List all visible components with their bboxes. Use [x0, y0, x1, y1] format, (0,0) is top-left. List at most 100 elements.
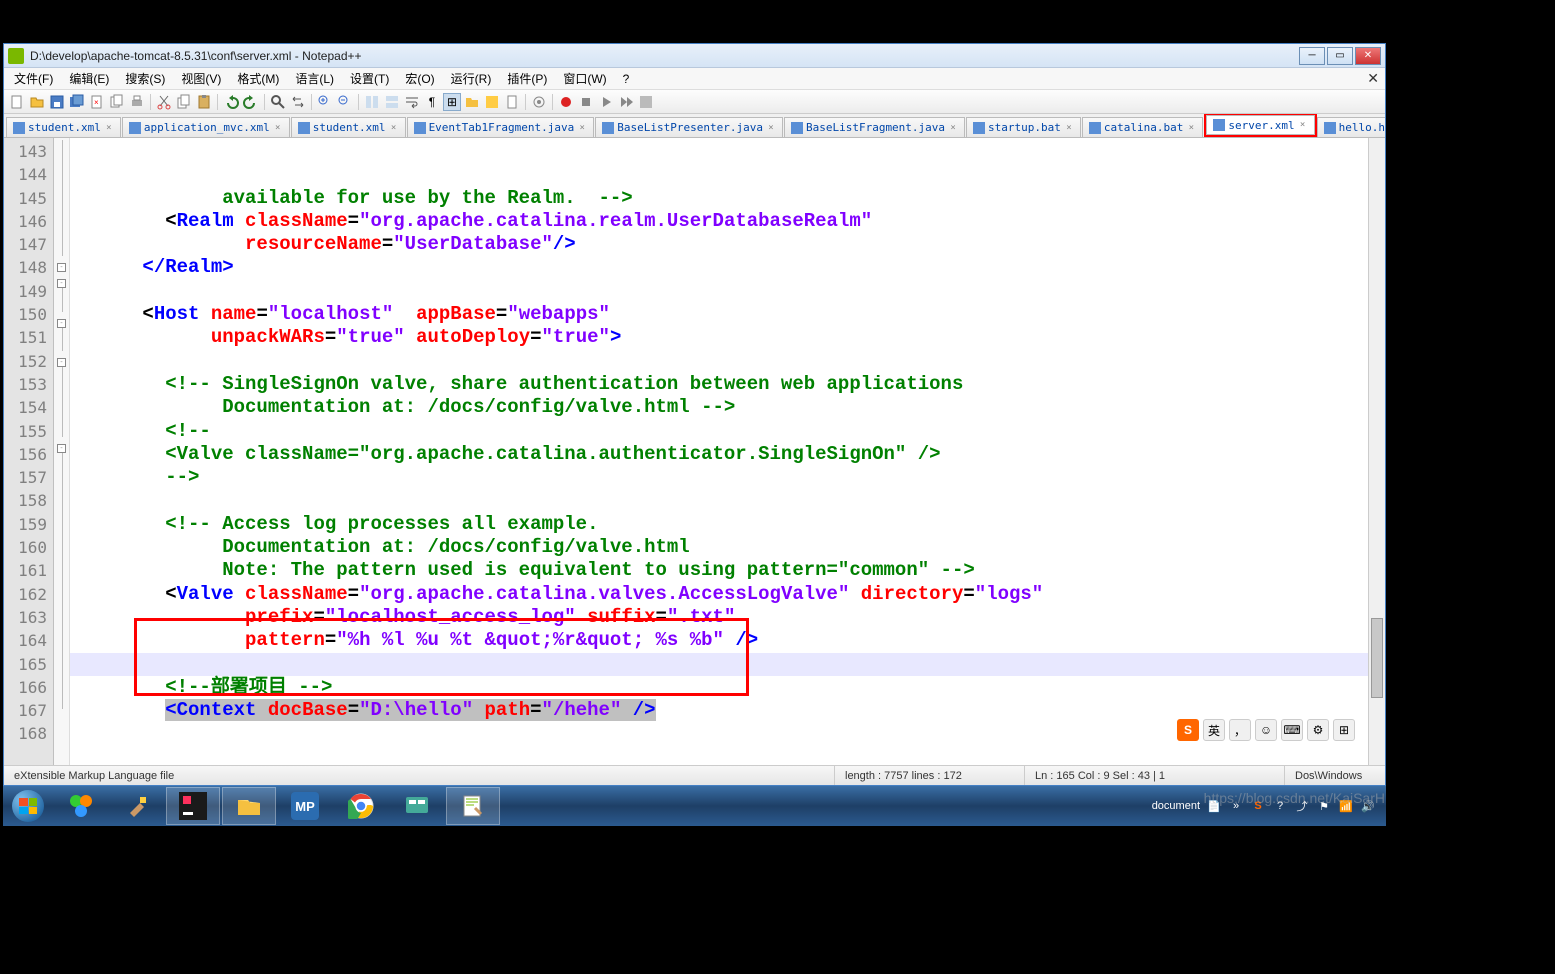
tab-label: EventTab1Fragment.java: [429, 121, 575, 134]
indent-guide-icon[interactable]: ⊞: [443, 93, 461, 111]
file-icon: [298, 122, 310, 134]
tab-close-icon[interactable]: ×: [273, 123, 283, 133]
ime-keyboard-icon[interactable]: ⌨: [1281, 719, 1303, 741]
fold-column[interactable]: -----: [54, 138, 70, 765]
tab-close-icon[interactable]: ×: [577, 123, 587, 133]
print-icon[interactable]: [128, 93, 146, 111]
ime-emoji-icon[interactable]: ☺: [1255, 719, 1277, 741]
start-button[interactable]: [3, 786, 53, 826]
menu-language[interactable]: 语言(L): [287, 68, 342, 89]
menu-plugins[interactable]: 插件(P): [499, 68, 555, 89]
app-icon: [8, 48, 24, 64]
tab-close-icon[interactable]: ×: [389, 123, 399, 133]
paste-icon[interactable]: [195, 93, 213, 111]
taskbar-explorer-icon[interactable]: [222, 787, 276, 825]
file-tab[interactable]: startup.bat×: [966, 117, 1081, 137]
save-icon[interactable]: [48, 93, 66, 111]
record-icon[interactable]: [557, 93, 575, 111]
file-tab[interactable]: BaseListFragment.java×: [784, 117, 965, 137]
menu-macro[interactable]: 宏(O): [397, 68, 442, 89]
tab-close-icon[interactable]: ×: [766, 123, 776, 133]
title-bar[interactable]: D:\develop\apache-tomcat-8.5.31\conf\ser…: [4, 44, 1385, 68]
menu-bar: 文件(F) 编辑(E) 搜索(S) 视图(V) 格式(M) 语言(L) 设置(T…: [4, 68, 1385, 90]
menu-view[interactable]: 视图(V): [173, 68, 229, 89]
sogou-ime-icon[interactable]: S: [1177, 719, 1199, 741]
maximize-button[interactable]: ▭: [1327, 47, 1353, 65]
ime-punct-icon[interactable]: ，: [1229, 719, 1251, 741]
vertical-scrollbar[interactable]: [1368, 138, 1385, 765]
tray-document-label: document: [1152, 800, 1200, 812]
tab-close-icon[interactable]: ×: [104, 123, 114, 133]
save-macro-icon[interactable]: [637, 93, 655, 111]
tab-close-icon[interactable]: ×: [1064, 123, 1074, 133]
file-icon: [791, 122, 803, 134]
play-icon[interactable]: [597, 93, 615, 111]
file-icon: [602, 122, 614, 134]
close-button[interactable]: ✕: [1355, 47, 1381, 65]
file-tab[interactable]: student.xml×: [291, 117, 406, 137]
file-tab[interactable]: BaseListPresenter.java×: [595, 117, 783, 137]
new-file-icon[interactable]: [8, 93, 26, 111]
cut-icon[interactable]: [155, 93, 173, 111]
taskbar-notepadpp-icon[interactable]: [446, 787, 500, 825]
doc-map-icon[interactable]: [503, 93, 521, 111]
copy-icon[interactable]: [175, 93, 193, 111]
menu-search[interactable]: 搜索(S): [117, 68, 173, 89]
file-tab[interactable]: catalina.bat×: [1082, 117, 1203, 137]
file-icon: [1213, 119, 1225, 131]
wrap-icon[interactable]: [403, 93, 421, 111]
menu-help[interactable]: ?: [615, 70, 638, 88]
line-number-gutter: 1431441451461471481491501511521531541551…: [4, 138, 54, 765]
editor-area[interactable]: 1431441451461471481491501511521531541551…: [4, 138, 1385, 765]
close-all-icon[interactable]: [108, 93, 126, 111]
undo-icon[interactable]: [222, 93, 240, 111]
menu-file[interactable]: 文件(F): [6, 68, 61, 89]
invisible-chars-icon[interactable]: ¶: [423, 93, 441, 111]
taskbar-chrome-icon[interactable]: [334, 787, 388, 825]
taskbar-mp-icon[interactable]: MP: [278, 787, 332, 825]
file-icon: [13, 122, 25, 134]
taskbar-app-1[interactable]: [54, 787, 108, 825]
stop-icon[interactable]: [577, 93, 595, 111]
code-content[interactable]: available for use by the Realm. --> <Rea…: [70, 138, 1368, 765]
menu-run[interactable]: 运行(R): [443, 68, 500, 89]
tab-label: BaseListFragment.java: [806, 121, 945, 134]
file-tab[interactable]: application_mvc.xml×: [122, 117, 290, 137]
file-tab[interactable]: server.xml×: [1206, 115, 1314, 135]
file-tab[interactable]: EventTab1Fragment.java×: [407, 117, 595, 137]
monitor-icon[interactable]: [530, 93, 548, 111]
ime-lang-icon[interactable]: 英: [1203, 719, 1225, 741]
tab-close-icon[interactable]: ×: [948, 123, 958, 133]
sync-h-icon[interactable]: [383, 93, 401, 111]
doc-close-x-icon[interactable]: ✕: [1367, 70, 1379, 87]
ime-floating-bar: S 英 ， ☺ ⌨ ⚙ ⊞: [1177, 719, 1355, 741]
redo-icon[interactable]: [242, 93, 260, 111]
open-file-icon[interactable]: [28, 93, 46, 111]
sync-v-icon[interactable]: [363, 93, 381, 111]
folder-icon[interactable]: [463, 93, 481, 111]
menu-window[interactable]: 窗口(W): [555, 68, 614, 89]
function-list-icon[interactable]: [483, 93, 501, 111]
taskbar-paint-icon[interactable]: [110, 787, 164, 825]
file-icon: [129, 122, 141, 134]
find-icon[interactable]: [269, 93, 287, 111]
file-tab[interactable]: hello.html×: [1317, 117, 1385, 137]
ime-more-icon[interactable]: ⊞: [1333, 719, 1355, 741]
taskbar-intellij-icon[interactable]: [166, 787, 220, 825]
zoom-out-icon[interactable]: [336, 93, 354, 111]
play-multi-icon[interactable]: [617, 93, 635, 111]
minimize-button[interactable]: ─: [1299, 47, 1325, 65]
ime-settings-icon[interactable]: ⚙: [1307, 719, 1329, 741]
save-all-icon[interactable]: [68, 93, 86, 111]
tab-close-icon[interactable]: ×: [1186, 123, 1196, 133]
tab-close-icon[interactable]: ×: [1298, 120, 1308, 130]
replace-icon[interactable]: [289, 93, 307, 111]
taskbar-control-icon[interactable]: [390, 787, 444, 825]
close-doc-icon[interactable]: ×: [88, 93, 106, 111]
menu-settings[interactable]: 设置(T): [342, 68, 397, 89]
file-tab[interactable]: student.xml×: [6, 117, 121, 137]
menu-format[interactable]: 格式(M): [229, 68, 287, 89]
menu-edit[interactable]: 编辑(E): [61, 68, 117, 89]
zoom-in-icon[interactable]: [316, 93, 334, 111]
tab-label: startup.bat: [988, 121, 1061, 134]
